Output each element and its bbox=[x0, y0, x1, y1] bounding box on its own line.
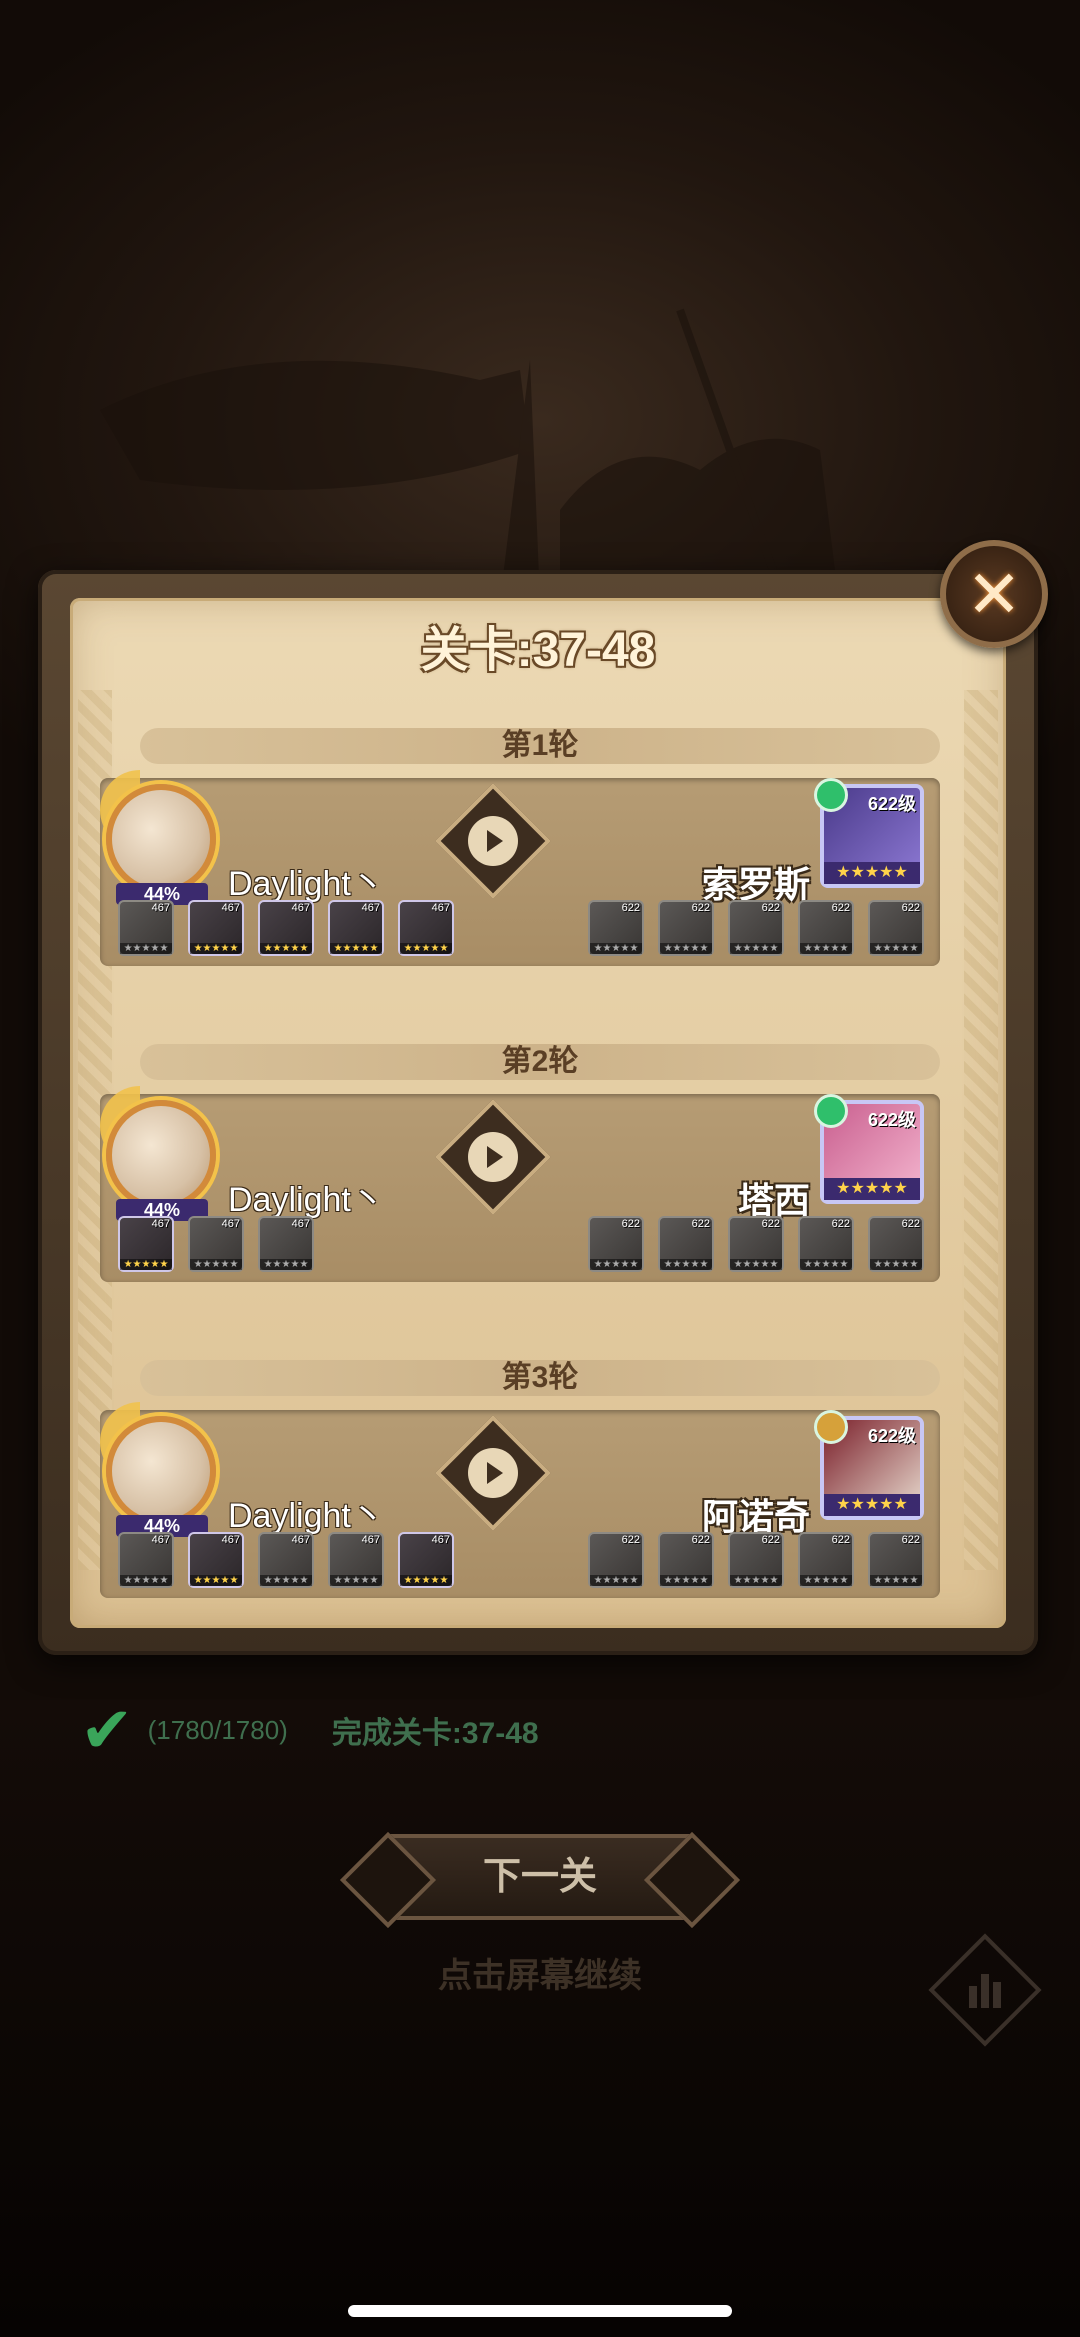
tap-to-continue[interactable]: 点击屏幕继续 bbox=[0, 1948, 1080, 1997]
play-icon bbox=[468, 1132, 518, 1182]
complete-label: 完成关卡:37-48 bbox=[331, 1717, 539, 1750]
player-team: 467 ★★★★★ 467 ★★★★★ 467 ★★★★★ 467 ★★★★★ 467 ★… bbox=[118, 900, 454, 956]
next-stage-button[interactable]: 下一关 bbox=[384, 1834, 696, 1920]
hero-slot[interactable]: 467 ★★★★★ bbox=[328, 900, 384, 956]
hero-slot[interactable]: 467 ★★★★★ bbox=[118, 1216, 174, 1272]
hero-slot[interactable]: 467 ★★★★★ bbox=[328, 1532, 384, 1588]
player-team: 467 ★★★★★ 467 ★★★★★ 467 ★★★★★ 467 ★★★★★ 467 ★… bbox=[118, 1532, 454, 1588]
player-name: Daylight丶 bbox=[228, 1181, 385, 1219]
round-panel: 44% Daylight丶 索罗斯 622级 ★★★★★ 467 ★★★★★ 46… bbox=[100, 770, 940, 966]
hero-slot[interactable]: 467 ★★★★★ bbox=[188, 1216, 244, 1272]
bottom-overlay bbox=[0, 1700, 1080, 2337]
close-button[interactable]: ✕ bbox=[940, 540, 1048, 648]
enemy-slot[interactable]: 622 ★★★★★ bbox=[588, 1216, 644, 1272]
enemy-stars: ★★★★★ bbox=[824, 1494, 920, 1516]
enemy-slot[interactable]: 622 ★★★★★ bbox=[798, 900, 854, 956]
play-icon bbox=[468, 1448, 518, 1498]
enemy-boss-portrait[interactable]: 622级 ★★★★★ bbox=[814, 1410, 924, 1520]
enemy-slot[interactable]: 622 ★★★★★ bbox=[658, 900, 714, 956]
player-avatar[interactable] bbox=[106, 1416, 216, 1526]
enemy-slot[interactable]: 622 ★★★★★ bbox=[658, 1532, 714, 1588]
close-icon: ✕ bbox=[966, 556, 1022, 631]
bar-chart-icon bbox=[949, 1954, 1021, 2026]
player-name: Daylight丶 bbox=[228, 865, 385, 903]
enemy-slot[interactable]: 622 ★★★★★ bbox=[588, 1532, 644, 1588]
hero-slot[interactable]: 467 ★★★★★ bbox=[118, 1532, 174, 1588]
enemy-team: 622 ★★★★★ 622 ★★★★★ 622 ★★★★★ 622 ★★★★★ 622 ★… bbox=[588, 900, 924, 956]
round-panel: 44% Daylight丶 塔西 622级 ★★★★★ 467 ★★★★★ 467… bbox=[100, 1086, 940, 1282]
enemy-level: 622级 bbox=[867, 794, 916, 814]
hero-slot[interactable]: 467 ★★★★★ bbox=[188, 900, 244, 956]
enemy-slot[interactable]: 622 ★★★★★ bbox=[588, 900, 644, 956]
round-panel: 44% Daylight丶 阿诺奇 622级 ★★★★★ 467 ★★★★★ 46… bbox=[100, 1402, 940, 1598]
stage-title: 关卡:37-48 bbox=[420, 624, 656, 677]
round-header: 第2轮 bbox=[140, 1044, 940, 1080]
player-avatar[interactable] bbox=[106, 1100, 216, 1210]
enemy-stars: ★★★★★ bbox=[824, 862, 920, 884]
replay-button[interactable] bbox=[435, 783, 551, 899]
player-team: 467 ★★★★★ 467 ★★★★★ 467 ★★★★★ bbox=[118, 1216, 314, 1272]
home-indicator[interactable] bbox=[348, 2305, 732, 2317]
hero-slot[interactable]: 467 ★★★★★ bbox=[398, 1532, 454, 1588]
replay-button[interactable] bbox=[435, 1099, 551, 1215]
hero-slot[interactable]: 467 ★★★★★ bbox=[188, 1532, 244, 1588]
enemy-stars: ★★★★★ bbox=[824, 1178, 920, 1200]
enemy-slot[interactable]: 622 ★★★★★ bbox=[728, 900, 784, 956]
hero-slot[interactable]: 467 ★★★★★ bbox=[258, 900, 314, 956]
checkmark-icon: ✔ bbox=[80, 1694, 134, 1766]
round-3: 第3轮 44% Daylight丶 阿诺奇 622级 ★★★★★ 467 ★★★★… bbox=[100, 1360, 940, 1598]
right-pattern bbox=[964, 690, 998, 1570]
round-1: 第1轮 44% Daylight丶 索罗斯 622级 ★★★★★ 467 ★★★★… bbox=[100, 728, 940, 966]
gem-icon bbox=[814, 778, 848, 812]
round-header: 第3轮 bbox=[140, 1360, 940, 1396]
enemy-slot[interactable]: 622 ★★★★★ bbox=[868, 1532, 924, 1588]
gem-icon bbox=[814, 1410, 848, 1444]
replay-button[interactable] bbox=[435, 1415, 551, 1531]
enemy-slot[interactable]: 622 ★★★★★ bbox=[798, 1216, 854, 1272]
play-icon bbox=[468, 816, 518, 866]
enemy-slot[interactable]: 622 ★★★★★ bbox=[868, 1216, 924, 1272]
round-header: 第1轮 bbox=[140, 728, 940, 764]
enemy-slot[interactable]: 622 ★★★★★ bbox=[728, 1216, 784, 1272]
gem-icon bbox=[814, 1094, 848, 1128]
enemy-boss-portrait[interactable]: 622级 ★★★★★ bbox=[814, 778, 924, 888]
progress-count: (1780/1780) bbox=[147, 1714, 288, 1745]
enemy-slot[interactable]: 622 ★★★★★ bbox=[658, 1216, 714, 1272]
enemy-slot[interactable]: 622 ★★★★★ bbox=[868, 900, 924, 956]
hero-slot[interactable]: 467 ★★★★★ bbox=[398, 900, 454, 956]
stage-complete-row: ✔ (1780/1780) 完成关卡:37-48 bbox=[80, 1694, 539, 1766]
enemy-team: 622 ★★★★★ 622 ★★★★★ 622 ★★★★★ 622 ★★★★★ 622 ★… bbox=[588, 1216, 924, 1272]
enemy-slot[interactable]: 622 ★★★★★ bbox=[798, 1532, 854, 1588]
enemy-level: 622级 bbox=[867, 1426, 916, 1446]
round-2: 第2轮 44% Daylight丶 塔西 622级 ★★★★★ 467 ★★★★★… bbox=[100, 1044, 940, 1282]
background-silhouette bbox=[100, 308, 840, 610]
hero-slot[interactable]: 467 ★★★★★ bbox=[118, 900, 174, 956]
enemy-boss-portrait[interactable]: 622级 ★★★★★ bbox=[814, 1094, 924, 1204]
hero-slot[interactable]: 467 ★★★★★ bbox=[258, 1216, 314, 1272]
enemy-team: 622 ★★★★★ 622 ★★★★★ 622 ★★★★★ 622 ★★★★★ 622 ★… bbox=[588, 1532, 924, 1588]
enemy-slot[interactable]: 622 ★★★★★ bbox=[728, 1532, 784, 1588]
hero-slot[interactable]: 467 ★★★★★ bbox=[258, 1532, 314, 1588]
player-name: Daylight丶 bbox=[228, 1497, 385, 1535]
enemy-level: 622级 bbox=[867, 1110, 916, 1130]
player-avatar[interactable] bbox=[106, 784, 216, 894]
